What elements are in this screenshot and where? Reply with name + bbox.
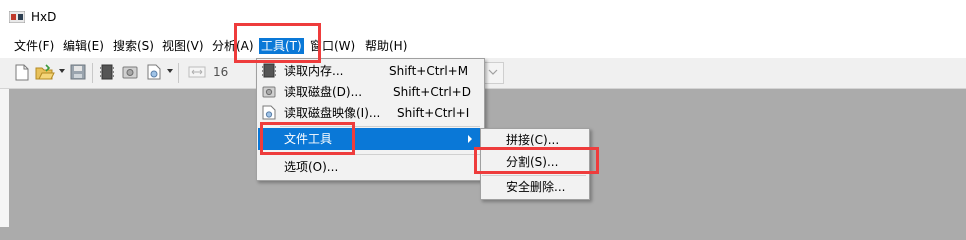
read-disk-image-icon (262, 105, 276, 120)
menu-search[interactable]: 搜索(S) (113, 38, 154, 54)
disk-image-dropdown-icon[interactable] (167, 69, 173, 73)
memory-chip-icon[interactable] (100, 64, 114, 80)
toolbar-separator (178, 63, 179, 83)
disk-image-icon[interactable] (146, 64, 162, 80)
read-disk-image-shortcut: Shift+Ctrl+I (397, 106, 470, 120)
combo-chevron-down-icon (488, 69, 498, 75)
menu-file[interactable]: 文件(F) (14, 38, 54, 54)
workspace-left-edge (0, 89, 9, 227)
toolbar-separator (92, 63, 93, 83)
read-disk-icon (262, 86, 276, 98)
annotation-box-split (474, 147, 599, 174)
menu-view[interactable]: 视图(V) (162, 38, 204, 54)
options-item[interactable]: 选项(O)... (284, 156, 338, 178)
open-dropdown-icon[interactable] (59, 69, 65, 73)
annotation-box-file-tools (260, 122, 355, 155)
read-disk-shortcut: Shift+Ctrl+D (393, 85, 471, 99)
submenu-arrow-icon (468, 135, 472, 143)
read-disk-image-item[interactable]: 读取磁盘映像(I)... (284, 102, 380, 124)
window-title: HxD (31, 10, 57, 24)
read-disk-item[interactable]: 读取磁盘(D)... (284, 81, 362, 103)
title-bar (0, 0, 966, 34)
save-icon[interactable] (70, 64, 86, 80)
secure-delete-item[interactable]: 安全删除... (506, 176, 565, 198)
menu-help[interactable]: 帮助(H) (365, 38, 407, 54)
disk-icon[interactable] (122, 64, 138, 80)
hxd-app-icon (9, 11, 25, 23)
open-folder-icon[interactable] (35, 64, 55, 81)
bytes-per-row-value[interactable]: 16 (213, 64, 228, 80)
annotation-box-tools-menu (234, 23, 321, 63)
new-file-icon[interactable] (15, 64, 29, 81)
menu-edit[interactable]: 编辑(E) (63, 38, 104, 54)
bytes-per-row-icon (188, 66, 206, 78)
read-memory-icon (262, 63, 276, 78)
read-memory-item[interactable]: 读取内存... (284, 60, 343, 82)
read-memory-shortcut: Shift+Ctrl+M (389, 64, 469, 78)
